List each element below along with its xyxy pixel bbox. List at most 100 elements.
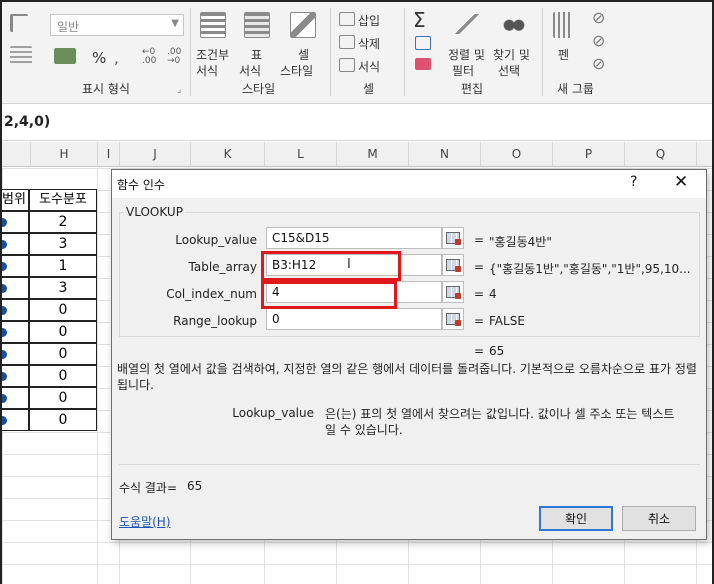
pen-label[interactable]: 펜: [558, 46, 569, 63]
currency-icon[interactable]: [54, 48, 76, 64]
insert-button[interactable]: 삽입: [358, 12, 380, 29]
cell-range[interactable]: [2, 365, 29, 387]
cell-frequency[interactable]: 0: [29, 321, 97, 343]
column-header-o[interactable]: O: [481, 142, 553, 167]
sort-filter-label-2[interactable]: 필터: [452, 62, 474, 79]
arg-equals: =: [474, 287, 485, 301]
autosum-icon[interactable]: Σ: [413, 8, 426, 32]
column-header-m[interactable]: M: [337, 142, 409, 167]
range-select-button[interactable]: [442, 227, 464, 249]
group-label-styles: 스타일: [242, 82, 276, 96]
increase-decimal-icon[interactable]: ←0.00: [142, 48, 156, 66]
column-header-k[interactable]: K: [191, 142, 265, 167]
format-button[interactable]: 서식: [358, 58, 380, 75]
format-table-label-1[interactable]: 표: [251, 46, 262, 63]
number-format-combo[interactable]: 일반 ▼: [50, 14, 184, 36]
cell-frequency[interactable]: 2: [29, 211, 97, 233]
cell-frequency[interactable]: 1: [29, 255, 97, 277]
format-table-icon[interactable]: [244, 12, 270, 38]
cell-styles-icon[interactable]: [290, 12, 316, 38]
table-row: 0: [2, 387, 97, 409]
column-header-p[interactable]: P: [553, 142, 625, 167]
cell-range[interactable]: [2, 409, 29, 431]
dialog-launcher-icon[interactable]: ⌟: [177, 85, 181, 95]
arg-equals: =: [474, 314, 485, 328]
sort-filter-icon[interactable]: [454, 14, 480, 34]
cell-range[interactable]: [2, 233, 29, 255]
find-select-label-2[interactable]: 선택: [498, 62, 520, 79]
conditional-format-icon[interactable]: [200, 12, 226, 38]
percent-button[interactable]: %: [92, 49, 106, 67]
table-header-row: 범위 도수분포: [2, 189, 97, 211]
cell-frequency[interactable]: 0: [29, 387, 97, 409]
cell-range[interactable]: [2, 255, 29, 277]
merge-icon[interactable]: [10, 46, 32, 64]
help-icon[interactable]: ?: [630, 174, 637, 190]
cell-frequency[interactable]: 3: [29, 277, 97, 299]
ink-icon-3[interactable]: ⊘: [592, 54, 605, 73]
conditional-format-label-1[interactable]: 조건부: [196, 46, 229, 63]
header-range[interactable]: 범위: [2, 189, 29, 211]
cell-frequency[interactable]: 3: [29, 233, 97, 255]
cancel-button[interactable]: 취소: [622, 506, 696, 531]
range-select-button[interactable]: [442, 254, 464, 276]
format-table-label-2[interactable]: 서식: [239, 62, 261, 79]
formula-bar[interactable]: 2,4,0): [2, 105, 712, 141]
cell-frequency[interactable]: 0: [29, 409, 97, 431]
lookup-value-input[interactable]: C15&D15: [266, 227, 442, 249]
ok-button[interactable]: 확인: [539, 506, 613, 531]
ink-icon-2[interactable]: ⊘: [592, 31, 605, 50]
pen-icon[interactable]: [553, 12, 573, 38]
arg-label-table-array: Table_array: [188, 260, 258, 274]
comma-style-button[interactable]: ,: [114, 49, 119, 67]
delete-icon[interactable]: [339, 35, 355, 49]
dialog-title-bar[interactable]: 함수 인수 ? ✕: [112, 170, 706, 198]
range-select-button[interactable]: [442, 281, 464, 303]
table-row: 0: [2, 343, 97, 365]
range-lookup-input[interactable]: 0: [266, 308, 442, 330]
align-icon[interactable]: [10, 14, 28, 32]
cell-frequency[interactable]: 0: [29, 365, 97, 387]
table-row: 3: [2, 233, 97, 255]
ink-icon-1[interactable]: ⊘: [592, 8, 605, 27]
formula-result-value: 65: [187, 479, 203, 493]
format-icon[interactable]: [339, 58, 355, 72]
column-header-j[interactable]: J: [120, 142, 191, 167]
number-format-value: 일반: [57, 20, 80, 34]
binoculars-icon[interactable]: [502, 12, 526, 34]
column-header-h[interactable]: H: [31, 142, 98, 167]
cell-range[interactable]: [2, 343, 29, 365]
gridline: [97, 168, 98, 584]
sort-filter-label-1[interactable]: 정렬 및: [448, 46, 485, 63]
column-header-n[interactable]: N: [409, 142, 481, 167]
cell-range[interactable]: [2, 299, 29, 321]
cell-range[interactable]: [2, 387, 29, 409]
separator: [542, 8, 543, 96]
find-select-label-1[interactable]: 찾기 및: [493, 46, 530, 63]
decrease-decimal-icon[interactable]: .00 →0: [167, 48, 181, 66]
cell-range[interactable]: [2, 211, 29, 233]
column-header-q[interactable]: Q: [625, 142, 697, 167]
collapse-dialog-icon: [446, 259, 461, 272]
range-select-button[interactable]: [442, 308, 464, 330]
cell-range[interactable]: [2, 277, 29, 299]
group-label-new: 새 그룹: [557, 82, 594, 96]
column-header-prev[interactable]: [2, 142, 31, 167]
delete-button[interactable]: 삭제: [358, 35, 380, 52]
cell-styles-label-1[interactable]: 셀: [298, 46, 309, 63]
cell-frequency[interactable]: 0: [29, 299, 97, 321]
cell-styles-label-2[interactable]: 스타일: [280, 62, 313, 79]
cell-range[interactable]: [2, 321, 29, 343]
fill-icon[interactable]: [415, 36, 431, 50]
help-link[interactable]: 도움말(H): [119, 513, 171, 530]
insert-icon[interactable]: [339, 12, 355, 26]
column-header-l[interactable]: L: [265, 142, 337, 167]
column-header-i[interactable]: I: [98, 142, 120, 167]
clear-icon[interactable]: [415, 58, 431, 70]
function-result-value: 65: [489, 344, 505, 358]
cell-frequency[interactable]: 0: [29, 343, 97, 365]
header-frequency[interactable]: 도수분포: [29, 189, 97, 211]
conditional-format-label-2[interactable]: 서식: [196, 62, 218, 79]
column-headers: H I J K L M N O P Q: [2, 142, 712, 167]
close-icon[interactable]: ✕: [674, 172, 688, 192]
